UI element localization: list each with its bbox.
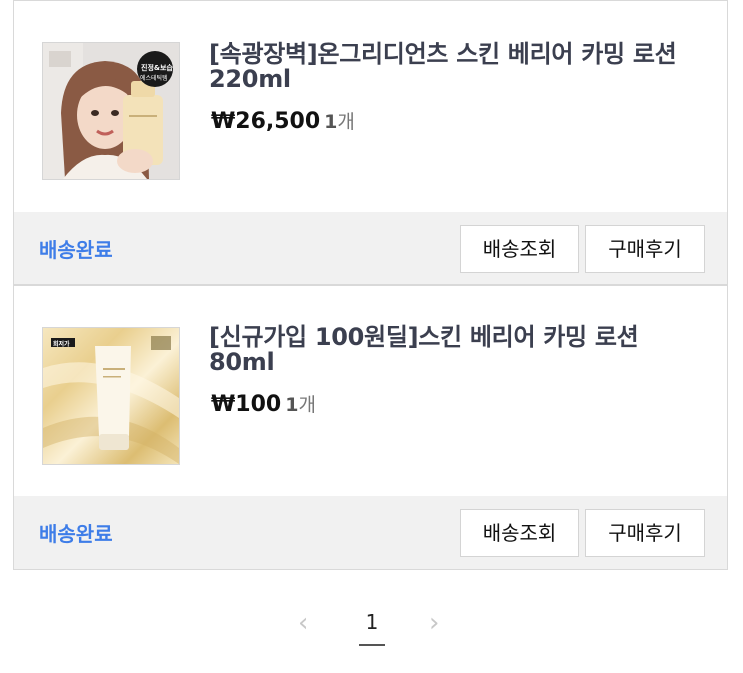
product-summary[interactable]: 진정&보습 에스테틱템 [속광장벽]온그리디언츠 스킨 베리어 카밍 로션 22… bbox=[14, 1, 727, 212]
delivery-status: 배송완료 bbox=[39, 522, 113, 546]
product-price: ₩26,500 bbox=[211, 109, 321, 134]
order-status-bar: 배송완료 배송조회 구매후기 bbox=[14, 212, 727, 284]
quantity-unit: 개 bbox=[298, 394, 316, 416]
pagination: ‹ 1 › bbox=[0, 600, 743, 650]
product-quantity: 1 bbox=[324, 111, 338, 133]
product-summary[interactable]: 회저가 [신규가입 100원딜]스킨 베리어 카밍 로션 80ml ₩100 1개 bbox=[14, 286, 727, 497]
chevron-left-icon[interactable]: ‹ bbox=[298, 608, 308, 638]
track-delivery-button[interactable]: 배송조회 bbox=[460, 509, 579, 557]
order-item-card: 진정&보습 에스테틱템 [속광장벽]온그리디언츠 스킨 베리어 카밍 로션 22… bbox=[13, 0, 728, 284]
thumbnail-badge-text: 회저가 bbox=[53, 341, 70, 348]
track-delivery-button[interactable]: 배송조회 bbox=[460, 225, 579, 273]
product-photo-illustration bbox=[43, 328, 179, 464]
product-price: ₩100 bbox=[211, 392, 282, 417]
price-line: ₩26,500 1개 bbox=[211, 107, 355, 134]
order-status-bar: 배송완료 배송조회 구매후기 bbox=[14, 496, 727, 569]
product-thumbnail[interactable]: 진정&보습 에스테틱템 bbox=[42, 42, 180, 180]
price-line: ₩100 1개 bbox=[211, 390, 316, 417]
product-name[interactable]: [신규가입 100원딜]스킨 베리어 카밍 로션 80ml bbox=[209, 325, 701, 375]
page-number-current[interactable]: 1 bbox=[359, 610, 385, 634]
current-page-indicator bbox=[359, 644, 385, 646]
delivery-status: 배송완료 bbox=[39, 238, 113, 262]
thumbnail-badge-text: 진정&보습 bbox=[141, 64, 173, 72]
write-review-button[interactable]: 구매후기 bbox=[585, 509, 705, 557]
order-item-card: 회저가 [신규가입 100원딜]스킨 베리어 카밍 로션 80ml ₩100 1개… bbox=[13, 284, 728, 570]
quantity-unit: 개 bbox=[337, 111, 355, 133]
thumbnail-badge-text-2: 에스테틱템 bbox=[140, 75, 168, 82]
chevron-right-icon[interactable]: › bbox=[429, 608, 439, 638]
product-name[interactable]: [속광장벽]온그리디언츠 스킨 베리어 카밍 로션 220ml bbox=[209, 42, 701, 92]
product-thumbnail[interactable]: 회저가 bbox=[42, 327, 180, 465]
product-quantity: 1 bbox=[285, 394, 299, 416]
write-review-button[interactable]: 구매후기 bbox=[585, 225, 705, 273]
